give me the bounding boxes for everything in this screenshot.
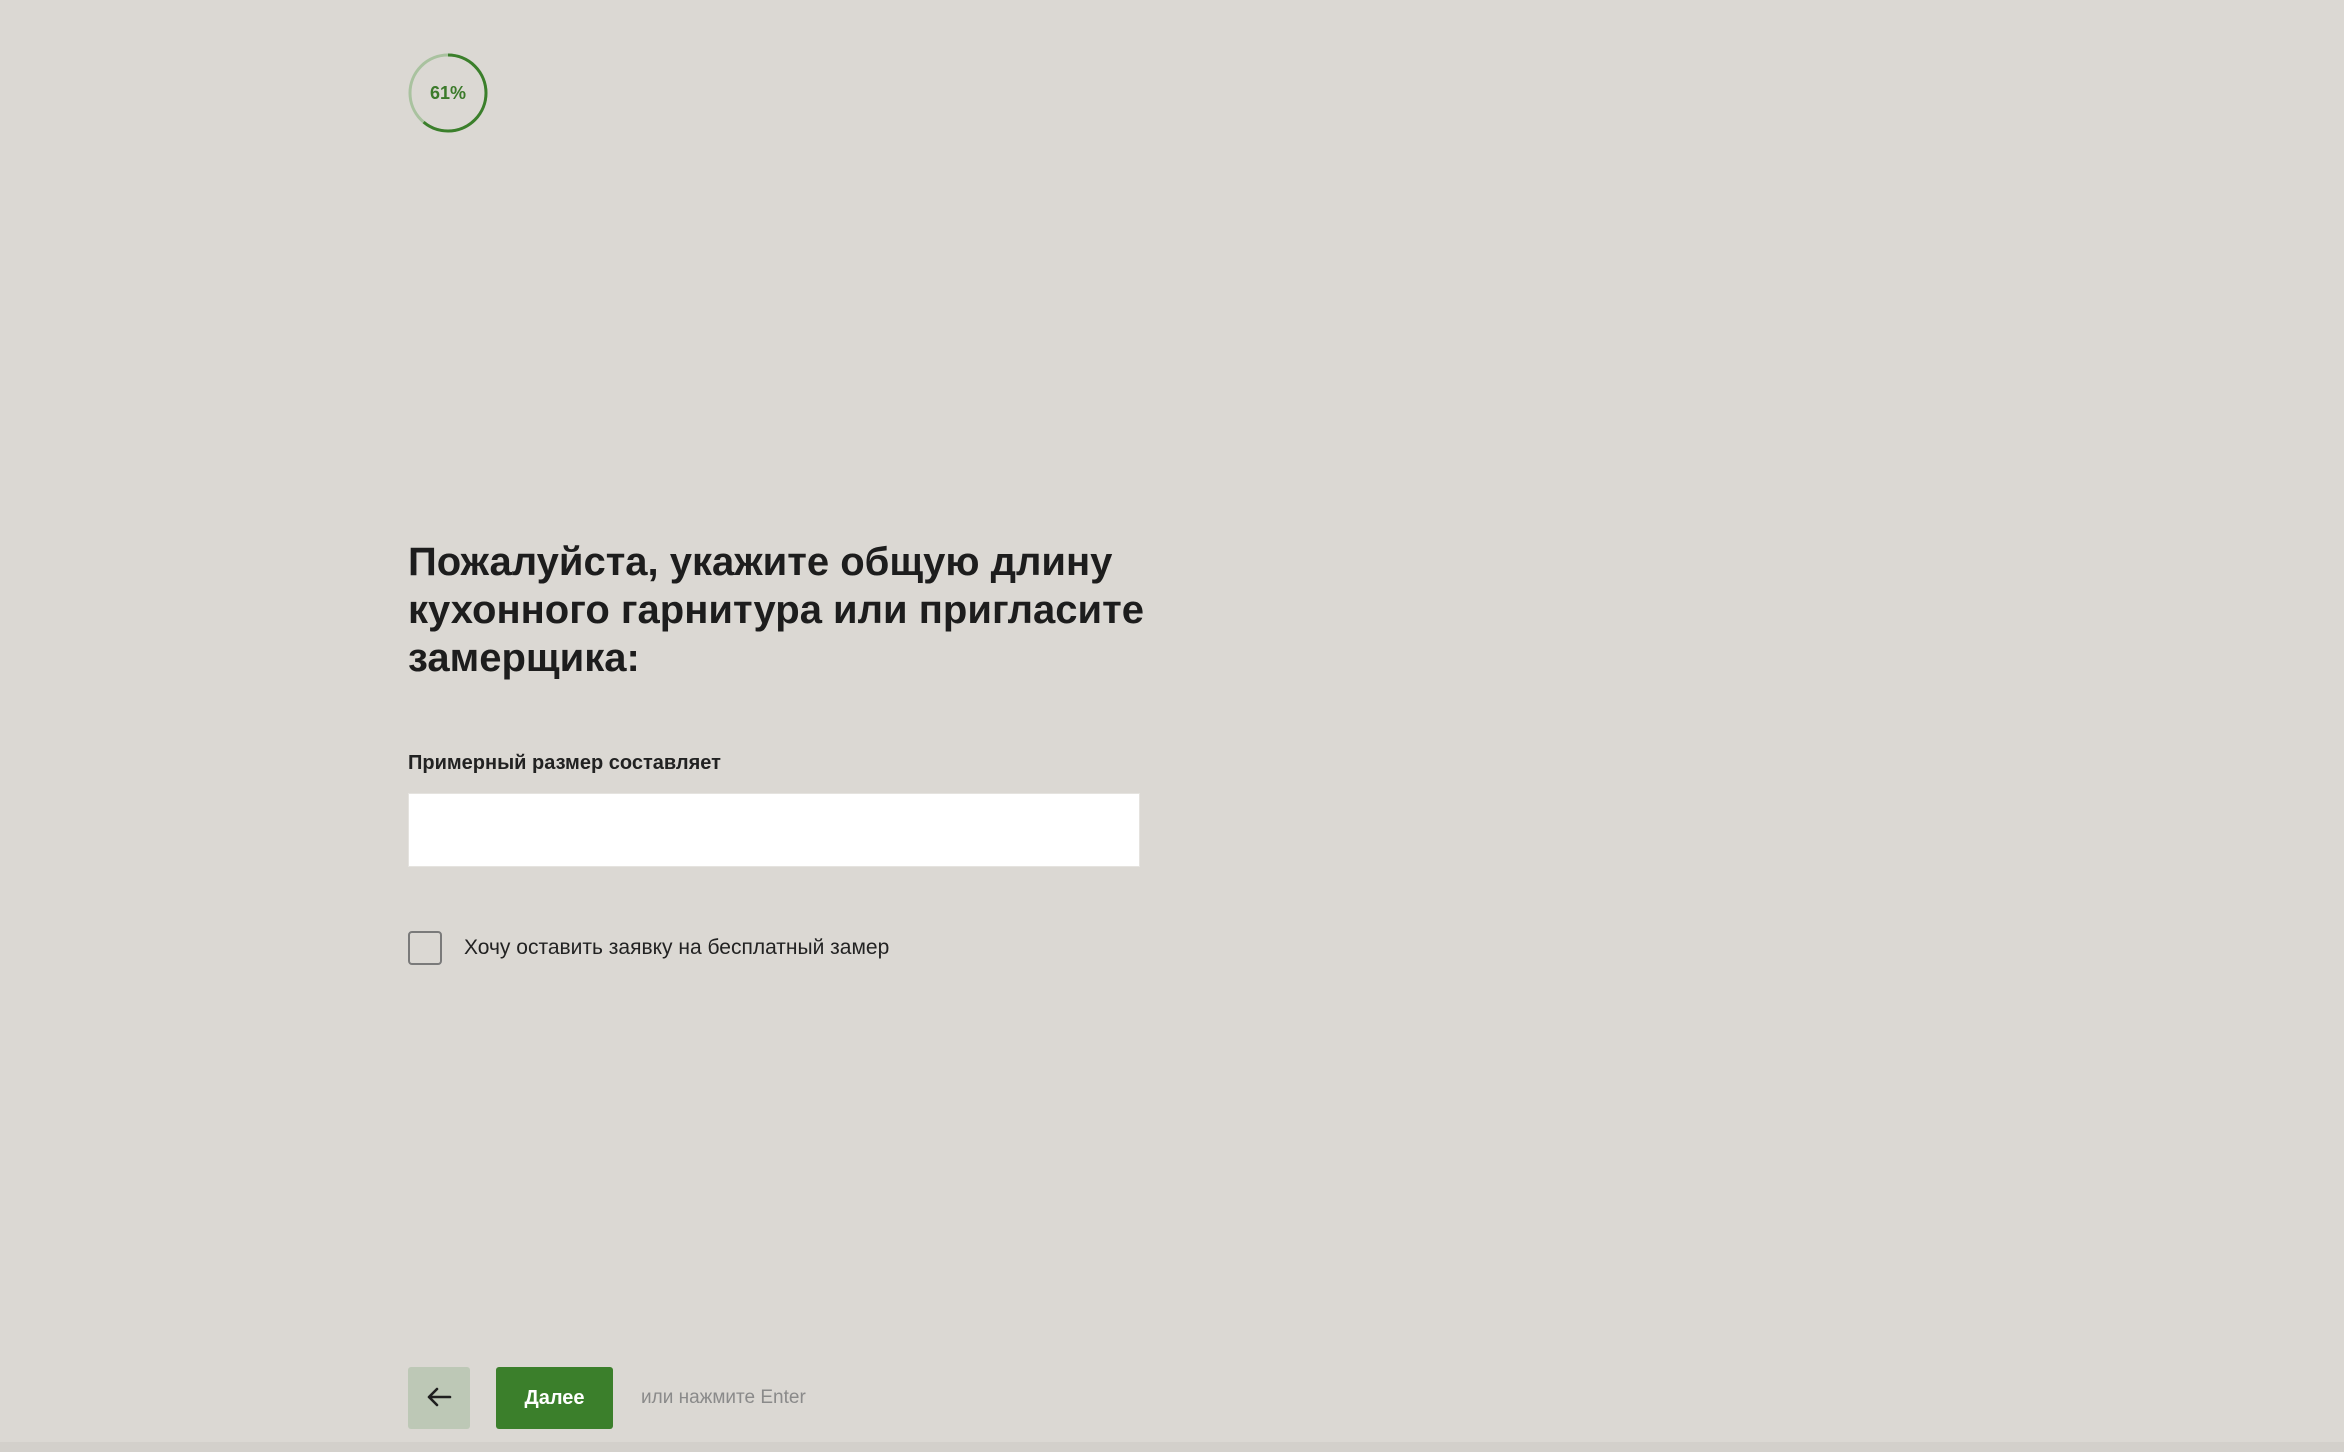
free-measure-label: Хочу оставить заявку на бесплатный замер bbox=[464, 936, 890, 959]
enter-hint: или нажмите Enter bbox=[641, 1387, 806, 1408]
progress-label: 61% bbox=[429, 83, 467, 103]
arrow-left-icon bbox=[426, 1387, 452, 1410]
question-title: Пожалуйста, укажите общую длину кухонног… bbox=[408, 540, 1144, 680]
progress-indicator: 61% bbox=[407, 52, 489, 134]
bottom-bar bbox=[0, 1442, 2344, 1452]
size-input[interactable] bbox=[408, 793, 1140, 867]
free-measure-checkbox[interactable] bbox=[408, 931, 442, 965]
size-field-label: Примерный размер составляет bbox=[408, 752, 721, 774]
back-button[interactable] bbox=[408, 1367, 470, 1429]
next-button[interactable]: Далее bbox=[496, 1367, 613, 1429]
free-measure-checkbox-row[interactable]: Хочу оставить заявку на бесплатный замер bbox=[408, 931, 889, 965]
